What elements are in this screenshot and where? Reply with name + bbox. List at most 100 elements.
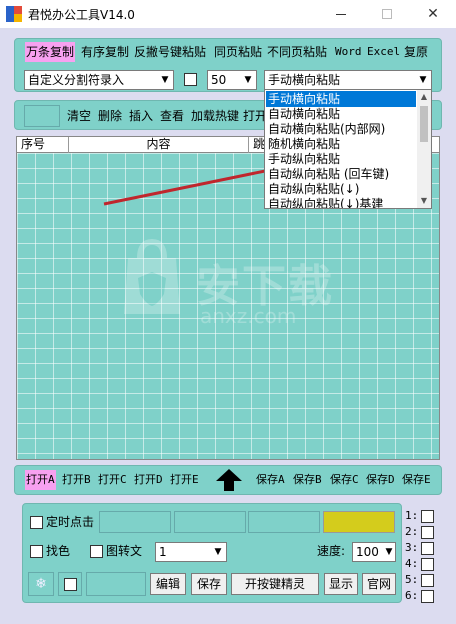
column-header-index[interactable]: 序号 [17, 137, 69, 153]
button-save-b[interactable]: 保存B [292, 470, 323, 490]
snowflake-button[interactable]: ❄ [28, 572, 54, 596]
column-header-content[interactable]: 内容 [69, 137, 249, 153]
find-color-checkbox[interactable] [30, 545, 43, 558]
chevron-down-icon: ▼ [240, 71, 256, 89]
close-button[interactable]: ✕ [410, 0, 456, 28]
button-insert[interactable]: 插入 [128, 106, 154, 126]
button-diff-page-paste[interactable]: 不同页粘贴 [266, 42, 328, 62]
count-select[interactable]: 50 ▼ [207, 70, 257, 90]
image-to-text-label: 图转文 [106, 544, 143, 558]
button-open-a[interactable]: 打开A [25, 470, 56, 490]
speed-value: 100 [356, 545, 379, 559]
find-color-label: 找色 [46, 544, 71, 558]
extra-checkbox[interactable] [64, 578, 77, 591]
option-checkbox[interactable] [184, 73, 197, 86]
slot-label-4: 4: [405, 557, 419, 570]
watermark-subtext: anxz.com [200, 304, 297, 328]
split-mode-select[interactable]: 自定义分割符录入 ▼ [24, 70, 174, 90]
slot-label-3: 3: [405, 541, 419, 554]
save-button[interactable]: 保存 [191, 573, 227, 595]
timer-click-checkbox[interactable] [30, 516, 43, 529]
dropdown-option[interactable]: 手动纵向粘贴 [266, 151, 416, 167]
dropdown-option[interactable]: 手动横向粘贴 [266, 91, 416, 107]
timer-click-label: 定时点击 [46, 515, 95, 529]
button-clear[interactable]: 清空 [66, 106, 92, 126]
slot-checkbox-4[interactable] [421, 558, 434, 571]
website-button[interactable]: 官网 [362, 573, 396, 595]
dropdown-option[interactable]: 自动横向粘贴(内部网) [266, 121, 416, 137]
mode-number-select[interactable]: 1 ▼ [155, 542, 227, 562]
slot-checkbox-1[interactable] [421, 510, 434, 523]
timer-field-3[interactable] [248, 511, 320, 533]
button-save-c[interactable]: 保存C [329, 470, 360, 490]
button-backtick-paste[interactable]: 反撇号键粘贴 [133, 42, 207, 62]
slot-label-2: 2: [405, 525, 419, 538]
paste-mode-dropdown[interactable]: 手动横向粘贴 自动横向粘贴 自动横向粘贴(内部网) 随机横向粘贴 手动纵向粘贴 … [264, 89, 432, 209]
dropdown-option[interactable]: 随机横向粘贴 [266, 136, 416, 152]
speed-select[interactable]: 100 ▼ [352, 542, 396, 562]
slot-checkbox-3[interactable] [421, 542, 434, 555]
image-to-text-checkbox[interactable] [90, 545, 103, 558]
window-title: 君悦办公工具V14.0 [28, 7, 135, 22]
snowflake-icon: ❄ [35, 576, 47, 592]
scroll-thumb[interactable] [420, 106, 428, 142]
show-button[interactable]: 显示 [324, 573, 358, 595]
edit-button[interactable]: 编辑 [150, 573, 186, 595]
scroll-up-icon[interactable]: ▲ [417, 90, 431, 104]
dropdown-option[interactable]: 自动纵向粘贴(↓)基建 [266, 196, 416, 208]
annotation-arrow-icon [103, 162, 286, 206]
button-view[interactable]: 查看 [159, 106, 185, 126]
chevron-down-icon: ▼ [383, 543, 395, 561]
dropdown-option[interactable]: 自动纵向粘贴(↓) [266, 181, 416, 197]
close-icon: ✕ [427, 6, 439, 22]
mode-number-value: 1 [159, 545, 167, 559]
input-box[interactable] [24, 105, 60, 127]
slot-checkbox-5[interactable] [421, 574, 434, 587]
watermark: 安下载 anxz.com [120, 238, 350, 348]
slot-checkbox-6[interactable] [421, 590, 434, 603]
button-same-page-paste[interactable]: 同页粘贴 [213, 42, 263, 62]
button-save-a[interactable]: 保存A [255, 470, 286, 490]
button-save-e[interactable]: 保存E [401, 470, 432, 490]
maximize-icon [382, 9, 392, 19]
paste-mode-select[interactable]: 手动横向粘贴 ▼ [264, 70, 432, 90]
split-mode-value: 自定义分割符录入 [28, 73, 125, 87]
button-word[interactable]: Word [334, 42, 363, 62]
app-logo-icon [6, 6, 22, 22]
slot-label-5: 5: [405, 573, 419, 586]
button-open-d[interactable]: 打开D [133, 470, 164, 490]
dropdown-option[interactable]: 自动横向粘贴 [266, 106, 416, 122]
shield-bag-icon [124, 238, 180, 314]
count-value: 50 [211, 73, 227, 87]
scroll-down-icon[interactable]: ▼ [417, 194, 431, 208]
timer-field-1[interactable] [99, 511, 171, 533]
paste-mode-value: 手动横向粘贴 [268, 73, 341, 87]
button-open-b[interactable]: 打开B [61, 470, 92, 490]
chevron-down-icon: ▼ [157, 71, 173, 89]
dropdown-scrollbar[interactable]: ▲ ▼ [417, 90, 431, 208]
button-excel[interactable]: Excel [366, 42, 401, 62]
chevron-down-icon: ▼ [210, 543, 226, 561]
maximize-button[interactable] [364, 0, 410, 28]
chevron-down-icon: ▼ [415, 71, 431, 89]
timer-field-2[interactable] [174, 511, 246, 533]
minimize-button[interactable] [318, 0, 364, 28]
open-keywizard-button[interactable]: 开按键精灵 [231, 573, 319, 595]
dropdown-option[interactable]: 自动纵向粘贴 (回车键) [266, 166, 416, 182]
button-delete[interactable]: 删除 [97, 106, 123, 126]
slot-label-1: 1: [405, 509, 419, 522]
button-wantiao-copy[interactable]: 万条复制 [25, 42, 76, 62]
arrow-up-icon[interactable] [216, 469, 242, 491]
color-preview-box [323, 511, 395, 533]
button-open-e[interactable]: 打开E [169, 470, 200, 490]
button-restore[interactable]: 复原 [403, 42, 429, 62]
button-save-d[interactable]: 保存D [365, 470, 396, 490]
button-load-hotkey[interactable]: 加载热键 [190, 106, 240, 126]
title-bar: 君悦办公工具V14.0 ✕ [0, 0, 456, 28]
button-ordered-copy[interactable]: 有序复制 [80, 42, 130, 62]
speed-label: 速度: [317, 544, 346, 558]
slot-checkbox-2[interactable] [421, 526, 434, 539]
hotkey-input[interactable] [86, 572, 146, 596]
slot-label-6: 6: [405, 589, 419, 602]
button-open-c[interactable]: 打开C [97, 470, 128, 490]
